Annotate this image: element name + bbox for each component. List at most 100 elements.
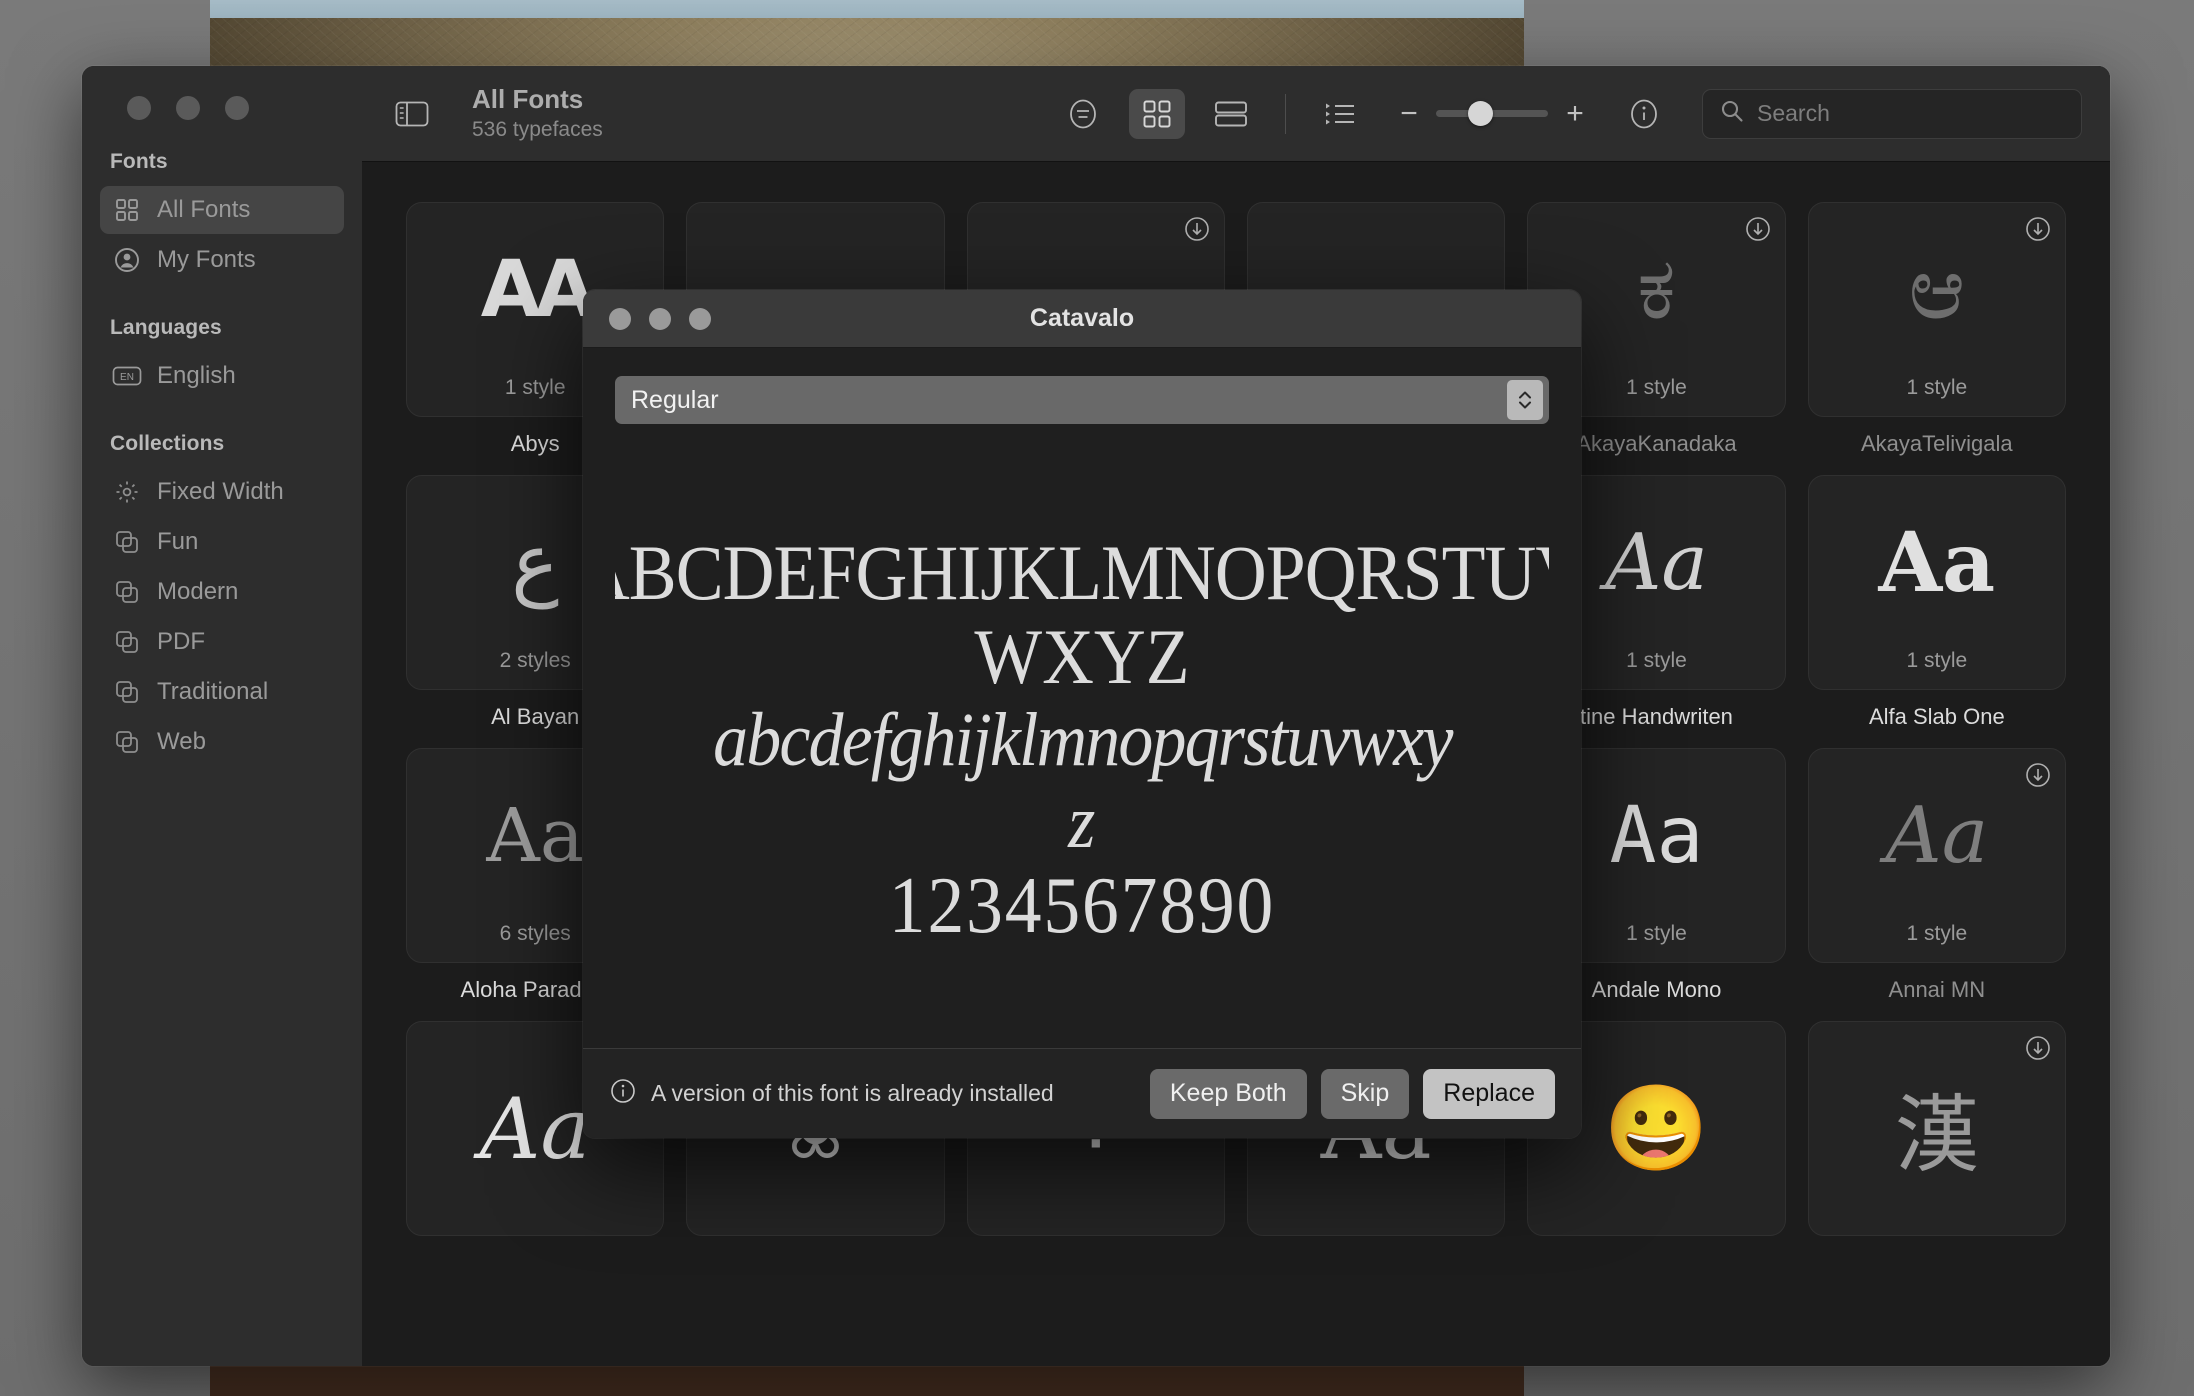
font-cell[interactable]: 漢 [1807, 1021, 2066, 1236]
toolbar-divider [1285, 93, 1286, 134]
search-placeholder: Search [1757, 100, 1830, 126]
sidebar-item-my-fonts[interactable]: My Fonts [100, 236, 344, 284]
zoom-in-button[interactable]: + [1564, 98, 1586, 129]
dialog-message: A version of this font is already instal… [651, 1080, 1054, 1106]
download-icon[interactable] [2025, 216, 2051, 242]
replace-button[interactable]: Replace [1423, 1068, 1555, 1119]
copy-icon [112, 727, 142, 757]
font-card[interactable]: Aa 1 style [1807, 748, 2066, 963]
font-card[interactable]: 漢 [1807, 1021, 2066, 1236]
download-icon[interactable] [1184, 216, 1210, 242]
font-style-count: 1 style [1906, 649, 1968, 672]
text-preview-icon[interactable] [1055, 89, 1111, 139]
sidebar-item-label: English [157, 362, 236, 389]
sidebar-item-english[interactable]: EN English [100, 352, 344, 400]
preview-line: abcdefghijklmnopqrstuvwxy [712, 698, 1453, 782]
font-name: AkayaTelivigala [1861, 431, 2013, 456]
sidebar-item-label: Modern [157, 578, 239, 605]
grid-icon [112, 195, 142, 225]
copy-icon [112, 527, 142, 557]
font-name: Andale Mono [1591, 977, 1722, 1002]
font-style-count: 1 style [504, 376, 566, 399]
font-name: Annai MN [1888, 977, 1986, 1002]
font-style-count: 2 styles [499, 649, 571, 672]
keep-both-button[interactable]: Keep Both [1149, 1068, 1307, 1119]
font-style-count: 1 style [1626, 922, 1687, 945]
font-cell[interactable]: ಆ 1 style AkayaTelivigala [1807, 202, 2066, 457]
sidebar-item-pdf[interactable]: PDF [100, 618, 344, 666]
sidebar-item-traditional[interactable]: Traditional [100, 668, 344, 716]
list-view-icon[interactable] [1312, 89, 1368, 139]
rows-view-icon[interactable] [1203, 89, 1259, 139]
font-style-count: 1 style [1626, 649, 1687, 672]
download-icon[interactable] [1745, 216, 1771, 242]
sidebar-item-modern[interactable]: Modern [100, 568, 344, 616]
background-painting-sky [210, 0, 1524, 18]
font-style-count: 1 style [1906, 922, 1968, 945]
font-name: tine Handwriten [1580, 704, 1733, 729]
zoom-slider-knob[interactable] [1468, 101, 1493, 126]
preview-line: 1234567890 [888, 862, 1276, 950]
zoom-slider-track[interactable] [1436, 101, 1548, 126]
window-traffic-lights [82, 66, 362, 120]
copy-icon [112, 627, 142, 657]
zoom-button[interactable] [225, 96, 249, 120]
person-circle-icon [112, 245, 142, 275]
sidebar-item-label: Traditional [157, 678, 269, 705]
info-circle-icon [609, 1077, 637, 1111]
page-title-block: All Fonts 536 typefaces [472, 83, 603, 142]
skip-button[interactable]: Skip [1320, 1068, 1410, 1119]
copy-icon [112, 577, 142, 607]
dialog-title: Catavalo [1029, 304, 1135, 332]
font-cell[interactable]: Aa 1 style Alfa Slab One [1807, 475, 2066, 730]
font-name: AkayaKanadaka [1576, 431, 1737, 456]
dialog-title-bar: Catavalo [583, 290, 1581, 348]
download-icon[interactable] [2025, 1035, 2051, 1061]
zoom-out-button[interactable]: − [1398, 98, 1420, 129]
sidebar-group-title-fonts: Fonts [110, 150, 168, 173]
font-name: Abys [510, 431, 560, 456]
zoom-slider-control[interactable]: − + [1398, 98, 1586, 129]
sidebar-item-web[interactable]: Web [100, 718, 344, 766]
download-icon[interactable] [2025, 762, 2051, 788]
sidebar-toggle-icon[interactable] [384, 89, 440, 139]
dialog-footer: A version of this font is already instal… [583, 1048, 1581, 1138]
font-style-count: 6 styles [499, 922, 571, 945]
dialog-body: Regular ABCDEFGHIJKLMNOPQRSTUV WXYZ abcd… [583, 348, 1581, 1048]
font-card[interactable]: ಆ 1 style [1807, 202, 2066, 417]
preview-line: WXYZ [974, 613, 1190, 700]
sidebar: Fonts All Fonts My Fonts Languages EN En… [82, 66, 362, 1366]
font-name: Al Bayan [491, 704, 580, 729]
stepper-icon[interactable] [1507, 380, 1543, 420]
minimize-button[interactable] [176, 96, 200, 120]
font-preview-area: ABCDEFGHIJKLMNOPQRSTUV WXYZ abcdefghijkl… [615, 424, 1549, 1048]
sidebar-item-label: My Fonts [157, 246, 256, 273]
font-cell[interactable]: Aa 1 style Annai MN [1807, 748, 2066, 1003]
toolbar: All Fonts 536 typefaces − + Search [362, 66, 2110, 162]
close-button[interactable] [127, 96, 151, 120]
search-icon [1719, 98, 1745, 129]
font-name: Alfa Slab One [1868, 704, 2005, 729]
font-style-count: 1 style [1906, 376, 1968, 399]
en-badge-icon: EN [112, 361, 142, 391]
sidebar-group-title-languages: Languages [110, 316, 222, 339]
font-style-count: 1 style [1626, 376, 1687, 399]
font-style-select[interactable]: Regular [615, 376, 1549, 424]
info-circle-icon[interactable] [1616, 89, 1672, 139]
sidebar-item-fun[interactable]: Fun [100, 518, 344, 566]
sidebar-item-label: PDF [157, 628, 205, 655]
sidebar-item-label: All Fonts [157, 196, 251, 223]
grid-view-icon[interactable] [1129, 88, 1185, 139]
font-sample: Aa [1878, 514, 1996, 611]
font-card[interactable]: Aa 1 style [1807, 475, 2066, 690]
search-input[interactable]: Search [1702, 88, 2082, 139]
sidebar-item-label: Fun [157, 528, 199, 555]
sidebar-item-label: Web [157, 728, 206, 755]
gear-icon [112, 477, 142, 507]
sidebar-item-fixed-width[interactable]: Fixed Width [100, 468, 344, 516]
sidebar-item-label: Fixed Width [157, 478, 284, 505]
font-preview-dialog: Catavalo Regular ABCDEFGHIJKLMNOPQRSTUV … [583, 290, 1581, 1138]
page-title: All Fonts [472, 83, 584, 114]
sidebar-item-all-fonts[interactable]: All Fonts [100, 186, 344, 234]
font-style-select-value: Regular [631, 385, 719, 414]
